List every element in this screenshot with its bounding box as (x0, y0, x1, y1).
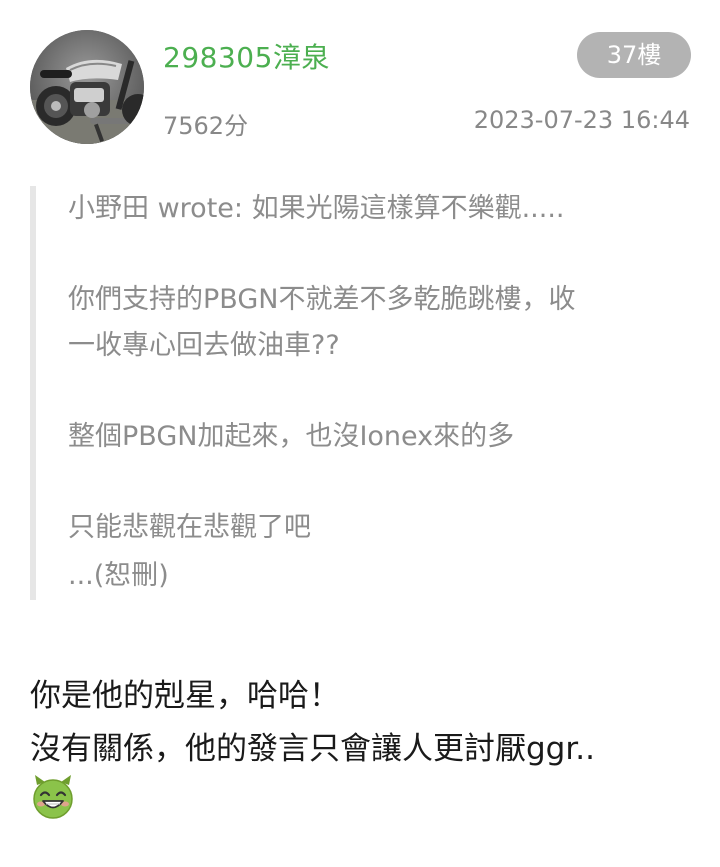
floor-number-badge[interactable]: 37樓 (577, 32, 691, 78)
quote-line: 只能悲觀在悲觀了吧 (68, 512, 311, 543)
user-score: 7562分 (163, 112, 249, 140)
motorcycle-avatar-icon (30, 30, 144, 144)
user-avatar[interactable] (30, 30, 144, 144)
quote-line: 一收專心回去做油車?? (68, 330, 340, 361)
quoted-reply-block: 小野田 wrote: 如果光陽這樣算不樂觀..... 你們支持的PBGN不就差不… (30, 186, 690, 600)
quote-truncated-note[interactable]: ...(恕刪) (68, 554, 169, 598)
forum-post: 298305漳泉 37樓 7562分 2023-07-23 16:44 小野田 … (0, 0, 720, 867)
reply-text-line: 你是他的剋星，哈哈！ (30, 678, 340, 714)
quote-line: 你們支持的PBGN不就差不多乾脆跳樓，收 (68, 284, 576, 315)
post-timestamp: 2023-07-23 16:44 (473, 106, 690, 134)
quote-line: 小野田 wrote: 如果光陽這樣算不樂觀..... (68, 193, 565, 224)
username-link[interactable]: 298305漳泉 (163, 36, 330, 76)
quote-line: 整個PBGN加起來，也沒Ionex來的多 (68, 421, 515, 452)
reply-text-line: 沒有關係，他的發言只會讓人更討厭ggr.. (30, 731, 595, 767)
grinning-devil-emoji-icon (33, 775, 73, 819)
